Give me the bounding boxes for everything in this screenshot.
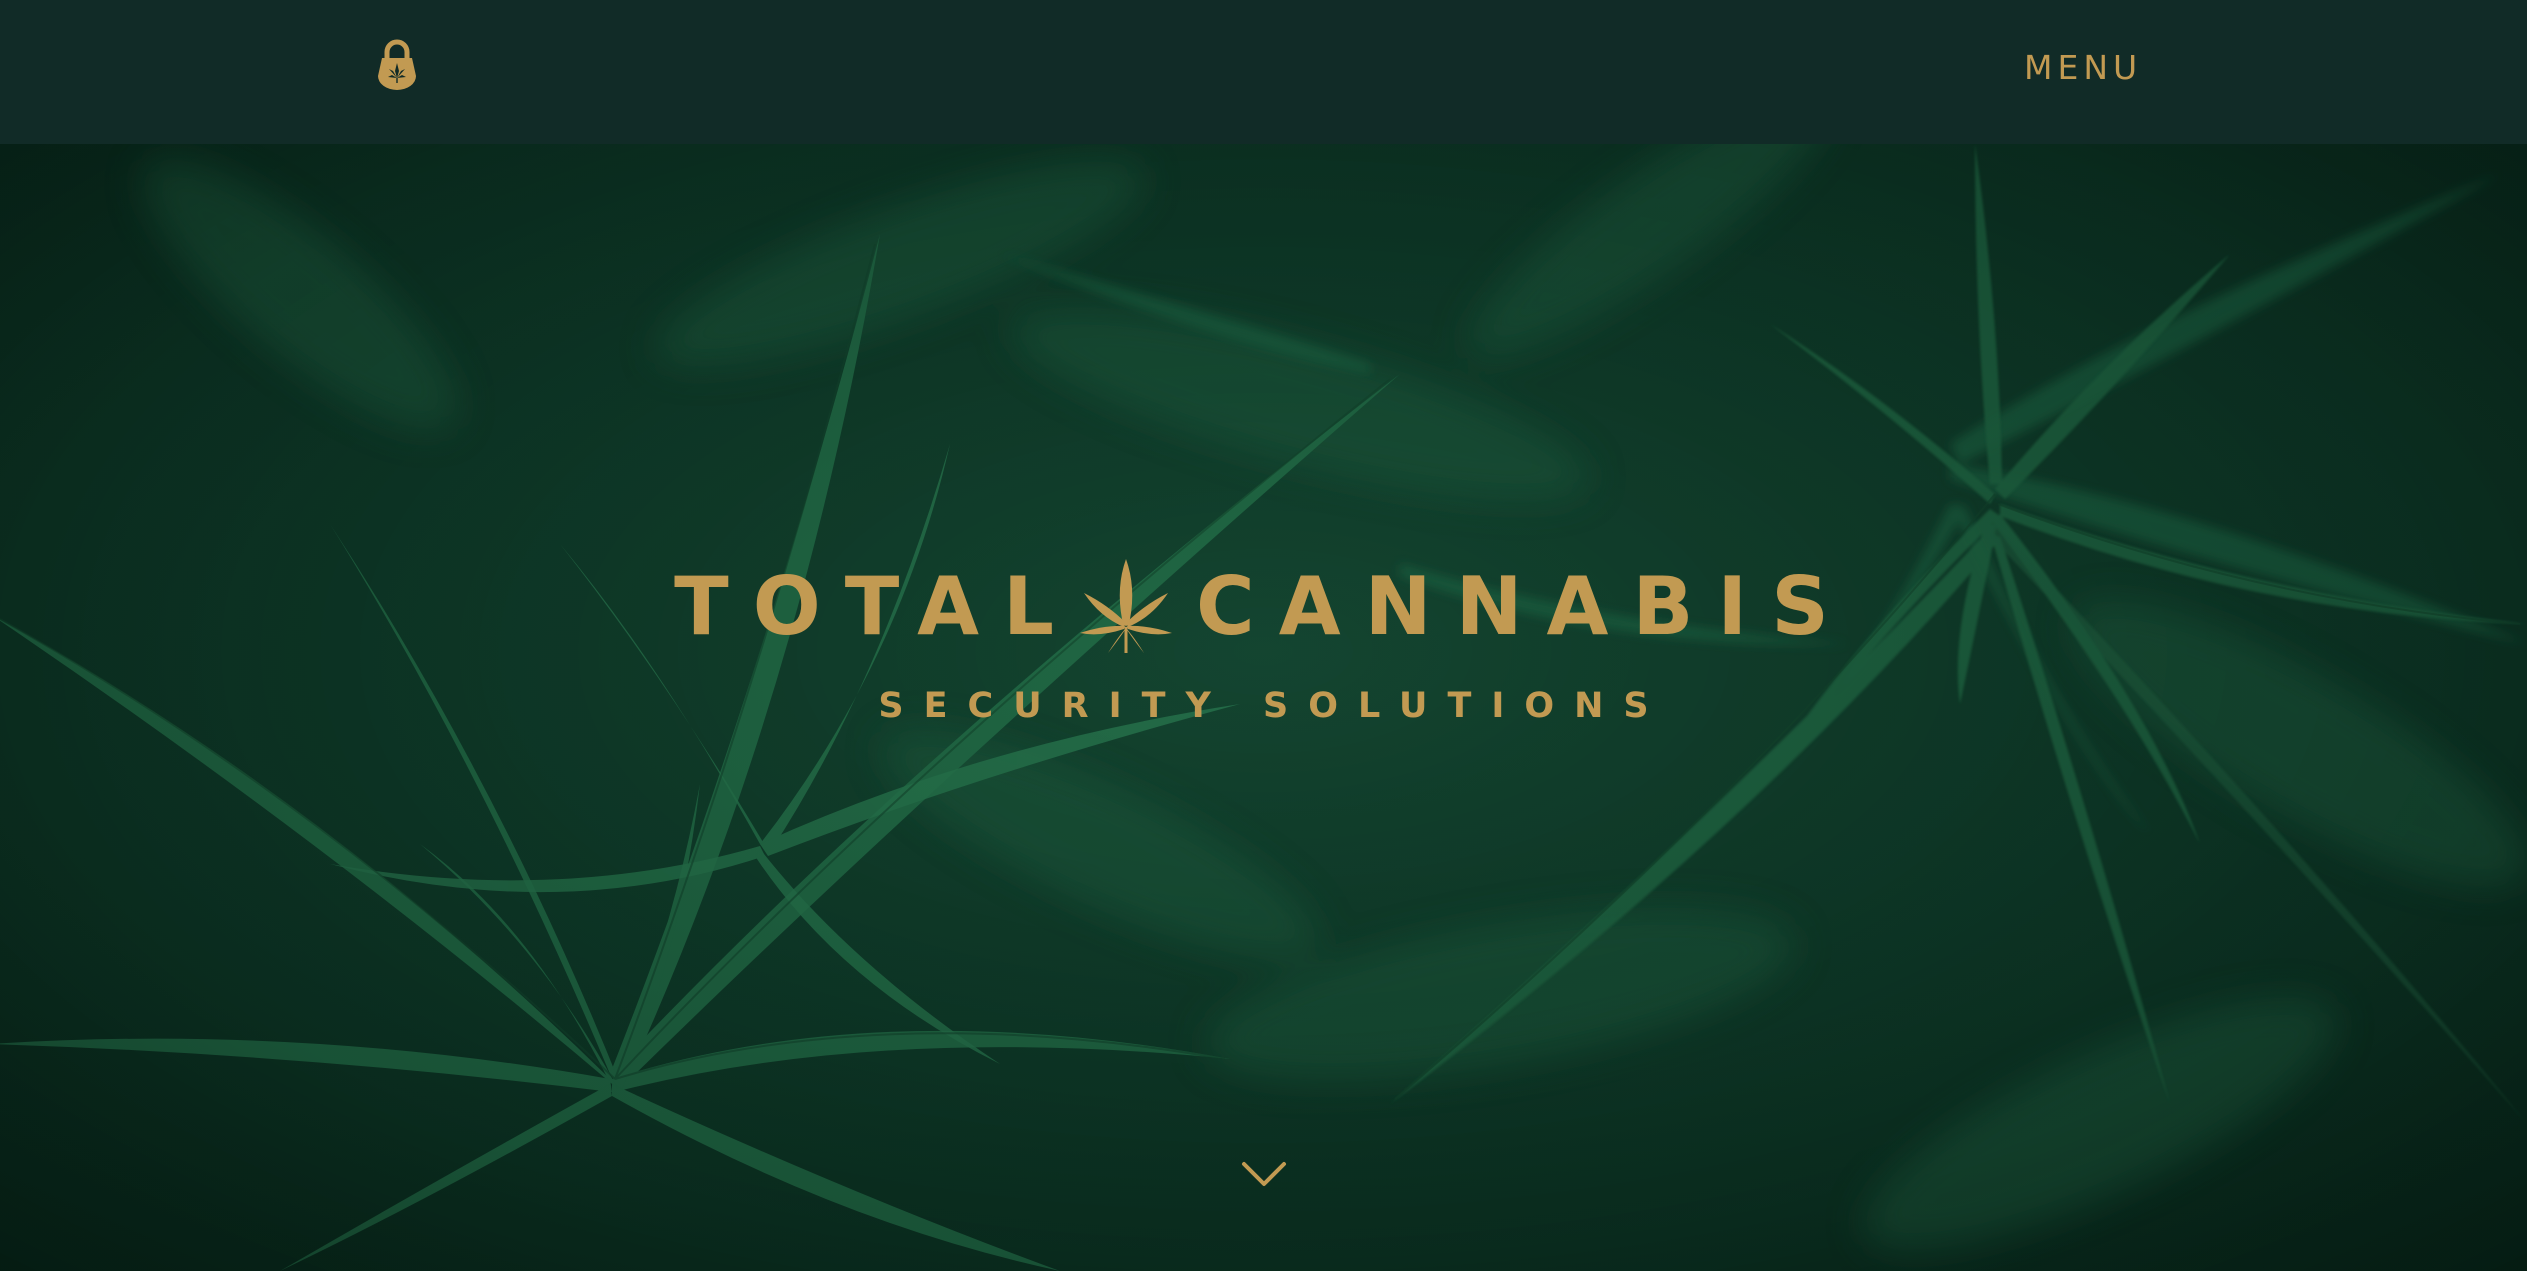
brand-title-total: TOTAL (674, 560, 1078, 653)
menu-button[interactable]: MENU (2024, 46, 2142, 90)
hero-section: TOTAL CANNABIS SECURITY SOLUTIONS (0, 144, 2527, 1271)
landing-page: MENU TOTAL CANNABIS SECURITY SOLUTIONS (0, 0, 2527, 1271)
lock-logo-icon[interactable] (376, 38, 418, 90)
brand-logo: TOTAL CANNABIS SECURITY SOLUTIONS (0, 552, 2527, 726)
site-header: MENU (0, 0, 2527, 144)
brand-title: TOTAL CANNABIS (674, 552, 1853, 662)
cannabis-leaf-icon (1080, 559, 1172, 653)
brand-title-cannabis: CANNABIS (1196, 560, 1853, 653)
brand-subtitle: SECURITY SOLUTIONS (878, 686, 1669, 726)
chevron-down-icon[interactable] (1240, 1160, 1288, 1190)
